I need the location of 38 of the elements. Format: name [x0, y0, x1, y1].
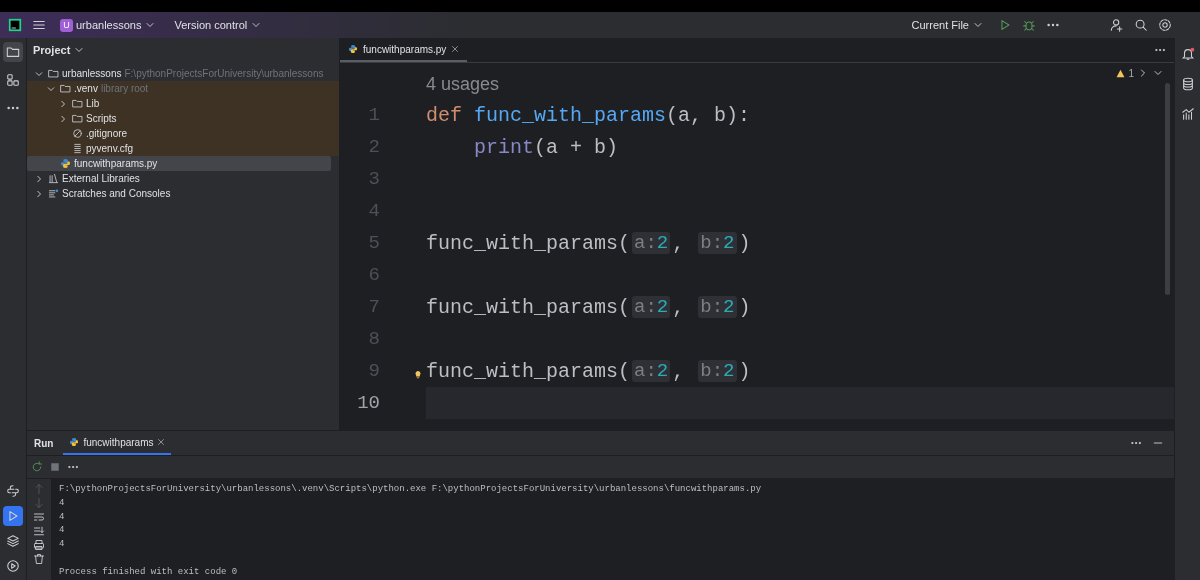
tree-item[interactable]: funcwithparams.py: [27, 156, 331, 171]
tree-item[interactable]: urbanlessons F:\pythonProjectsForUniversity\urbanlessons: [27, 66, 331, 81]
tree-item[interactable]: .venv library root: [27, 81, 331, 96]
parameter-hint: b:2: [698, 232, 737, 254]
warning-counter[interactable]: 1: [1116, 67, 1164, 79]
code-line: def func_with_params(a, b):: [426, 103, 751, 127]
usages-hint[interactable]: 4 usages: [426, 74, 500, 95]
tree-hint: library root: [100, 83, 149, 94]
parameter-hint: a:2: [632, 296, 671, 318]
code-line: func_with_params( a:2 , b:2 ): [426, 295, 751, 319]
editor-tab[interactable]: funcwithparams.py: [340, 38, 468, 62]
run-config-selector[interactable]: Current File: [907, 17, 988, 33]
parameter-hint: a:2: [632, 232, 671, 254]
tree-item[interactable]: Scratches and Consoles: [27, 186, 331, 201]
tree-item[interactable]: Scripts: [27, 111, 331, 126]
console-line: F:\pythonProjectsForUniversity\urbanlessons\.venv\Scripts\python.exe F:\pythonProjectsForUniversity\urbanlessons\funcwithparams.py: [59, 484, 762, 494]
code-line: func_with_params( a:2 , b:2 ): [426, 231, 751, 255]
console-line: 4: [59, 497, 65, 508]
tree-item[interactable]: External Libraries: [27, 171, 331, 186]
tree-item[interactable]: Lib: [27, 96, 331, 111]
parameter-hint: b:2: [698, 296, 737, 318]
panel-title: Run: [34, 436, 54, 451]
vcs-menu[interactable]: Version control: [170, 17, 267, 33]
run-tab[interactable]: funcwithparams: [63, 431, 172, 455]
parameter-hint: b:2: [698, 360, 737, 382]
code-line: func_with_params( a:2 , b:2 ): [426, 359, 751, 383]
console-line: Process finished with exit code 0: [59, 566, 238, 577]
console-line: 4: [59, 539, 65, 550]
project-selector[interactable]: U urbanlessons: [56, 16, 161, 34]
parameter-hint: a:2: [632, 360, 671, 382]
panel-title[interactable]: Project: [33, 44, 71, 56]
tree-hint: F:\pythonProjectsForUniversity\urbanlessons: [124, 68, 324, 79]
tree-item[interactable]: .gitignore: [27, 126, 331, 141]
console-line: 4: [59, 511, 65, 522]
console-line: 4: [59, 525, 65, 536]
line-number: 10: [357, 392, 380, 414]
code-line: print(a + b): [474, 135, 619, 159]
tree-item[interactable]: pyvenv.cfg: [27, 141, 331, 156]
